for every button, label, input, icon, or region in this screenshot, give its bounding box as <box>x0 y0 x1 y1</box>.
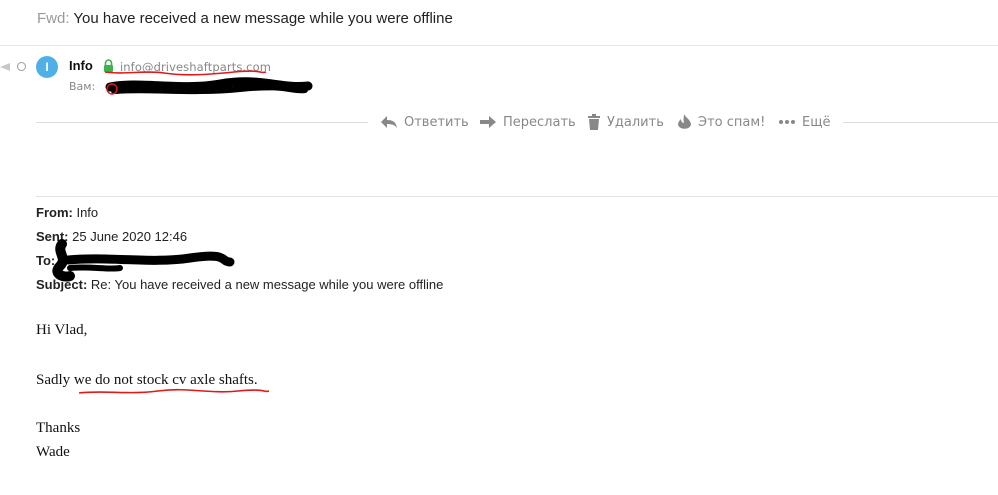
spam-button[interactable]: Это спам! <box>677 112 765 132</box>
forward-button[interactable]: Переслать <box>479 112 576 132</box>
more-label: Ещё <box>802 114 831 130</box>
body-greeting: Hi Vlad, <box>36 322 88 338</box>
header-divider <box>0 45 998 46</box>
reply-label: Ответить <box>404 114 469 130</box>
more-button[interactable]: Ещё <box>778 112 830 132</box>
fire-icon <box>678 113 691 129</box>
annotation-underline <box>78 388 270 394</box>
sender-name[interactable]: Info <box>69 58 93 73</box>
quote-divider <box>36 196 998 197</box>
from-value: Info <box>76 205 99 220</box>
collapse-arrow-icon[interactable] <box>0 60 10 74</box>
trash-icon <box>588 114 600 130</box>
redaction-scribble <box>105 77 313 95</box>
recipient-label: Вам: <box>69 80 96 93</box>
read-status-icon[interactable] <box>17 62 26 71</box>
toolbar-divider-left <box>36 122 368 123</box>
reply-button[interactable]: Ответить <box>380 112 469 132</box>
forward-label: Переслать <box>503 114 576 130</box>
reply-icon <box>381 116 397 128</box>
redaction-scribble <box>52 239 235 282</box>
delete-label: Удалить <box>607 114 664 130</box>
toolbar-divider-right <box>843 122 998 123</box>
message-subject: Fwd: You have received a new message whi… <box>37 9 453 29</box>
subject-text: You have received a new message while yo… <box>73 10 453 27</box>
delete-button[interactable]: Удалить <box>587 112 664 132</box>
from-label: From: <box>36 205 73 220</box>
body-closing: Thanks <box>36 420 81 436</box>
spam-label: Это спам! <box>698 114 766 130</box>
more-dots-icon <box>779 120 795 124</box>
body-signature: Wade <box>36 444 70 460</box>
subject-prefix: Fwd: <box>37 10 70 27</box>
avatar[interactable]: I <box>36 56 58 78</box>
forward-icon <box>480 116 496 128</box>
quoted-from: From: Info <box>36 203 443 227</box>
